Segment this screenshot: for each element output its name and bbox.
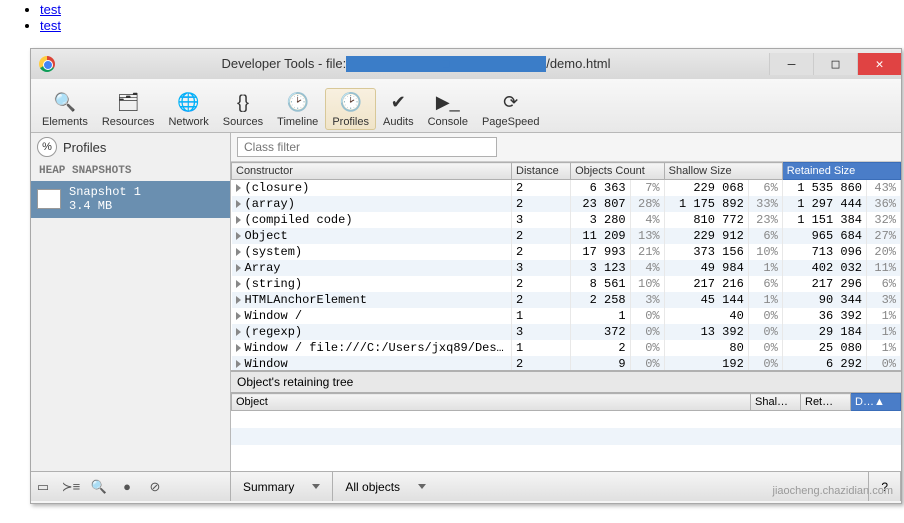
col-retained-size[interactable]: Retained Size — [782, 163, 900, 180]
sidebar-section-heap: HEAP SNAPSHOTS — [31, 161, 230, 181]
table-row[interactable]: (string)28 56110%217 2166%217 2966% — [232, 276, 901, 292]
page-link[interactable]: test — [40, 2, 61, 17]
table-row[interactable]: Window /110%400%36 3921% — [232, 308, 901, 324]
search-icon[interactable]: 🔍 — [91, 479, 107, 495]
tab-timeline[interactable]: 🕑Timeline — [270, 88, 325, 130]
tab-audits[interactable]: ✔Audits — [376, 88, 421, 130]
profiles-sidebar-icon: % — [37, 137, 57, 157]
watermark: jiaocheng.chazidian.com — [773, 485, 893, 497]
chevron-down-icon — [418, 484, 426, 489]
maximize-button[interactable]: □ — [813, 53, 857, 75]
col-shallow-size[interactable]: Shallow Size — [664, 163, 782, 180]
filter-row — [231, 133, 901, 162]
tab-resources[interactable]: 🗂Resources — [95, 88, 162, 130]
console-icon: ▶_ — [436, 90, 460, 114]
tab-profiles[interactable]: 🕑Profiles — [325, 88, 376, 130]
ret-col-object[interactable]: Object — [232, 394, 751, 411]
devtools-window: Developer Tools - file:■/demo.html — □ ✕… — [30, 48, 902, 504]
retainers-body[interactable] — [231, 411, 901, 471]
table-row[interactable]: Object211 20913%229 9126%965 68427% — [232, 228, 901, 244]
chevron-down-icon — [312, 484, 320, 489]
tab-console[interactable]: ▶_Console — [421, 88, 475, 130]
col-constructor[interactable]: Constructor — [232, 163, 512, 180]
col-distance[interactable]: Distance — [512, 163, 571, 180]
snapshot-item[interactable]: Snapshot 13.4 MB — [31, 181, 230, 218]
network-icon: 🌐 — [177, 90, 201, 114]
minimize-button[interactable]: — — [769, 53, 813, 75]
tab-sources[interactable]: {}Sources — [216, 88, 270, 130]
record-icon[interactable]: ● — [119, 479, 135, 495]
bottombar: ▭ ≻≡ 🔍 ● ⊘ Summary All objects ? — [31, 471, 901, 501]
page-link[interactable]: test — [40, 18, 61, 33]
table-row[interactable]: HTMLAnchorElement22 2583%45 1441%90 3443… — [232, 292, 901, 308]
table-row[interactable]: Window / file:///C:/Users/jxq89/Desktop/… — [232, 340, 901, 356]
table-row[interactable]: (regexp)33720%13 3920%29 1841% — [232, 324, 901, 340]
timeline-icon: 🕑 — [286, 90, 310, 114]
table-row[interactable]: (system)217 99321%373 15610%713 09620% — [232, 244, 901, 260]
constructors-grid[interactable]: Constructor Distance Objects Count Shall… — [231, 162, 901, 371]
resources-icon: 🗂 — [116, 90, 140, 114]
col-objects-count[interactable]: Objects Count — [571, 163, 665, 180]
ret-col-retained[interactable]: Ret… — [801, 394, 851, 411]
clear-icon[interactable]: ⊘ — [147, 479, 163, 495]
close-button[interactable]: ✕ — [857, 53, 901, 75]
console-toggle-icon[interactable]: ≻≡ — [63, 479, 79, 495]
ret-col-shallow[interactable]: Shal… — [751, 394, 801, 411]
chrome-icon — [39, 56, 55, 72]
tab-elements[interactable]: 🔍Elements — [35, 88, 95, 130]
retainers-header: Object's retaining tree — [231, 371, 901, 393]
dock-icon[interactable]: ▭ — [35, 479, 51, 495]
elements-icon: 🔍 — [53, 90, 77, 114]
table-row[interactable]: Window290%1920%6 2920% — [232, 356, 901, 371]
class-filter-input[interactable] — [237, 137, 497, 157]
sidebar: % Profiles HEAP SNAPSHOTS Snapshot 13.4 … — [31, 133, 231, 471]
tab-network[interactable]: 🌐Network — [161, 88, 215, 130]
toolbar: 🔍Elements 🗂Resources 🌐Network {}Sources … — [31, 79, 901, 133]
window-title: Developer Tools - file:■/demo.html — [63, 56, 769, 73]
profiles-icon: 🕑 — [339, 90, 363, 114]
pagespeed-icon: ⟳ — [499, 90, 523, 114]
table-row[interactable]: (compiled code)33 2804%810 77223%1 151 3… — [232, 212, 901, 228]
table-row[interactable]: (closure)26 3637%229 0686%1 535 86043% — [232, 180, 901, 197]
snapshot-icon — [37, 189, 61, 209]
ret-col-distance[interactable]: D…▲ — [851, 394, 901, 411]
view-dropdown[interactable]: Summary — [231, 472, 333, 501]
titlebar[interactable]: Developer Tools - file:■/demo.html — □ ✕ — [31, 49, 901, 79]
sidebar-header: % Profiles — [31, 133, 230, 161]
sources-icon: {} — [231, 90, 255, 114]
table-row[interactable]: Array33 1234%49 9841%402 03211% — [232, 260, 901, 276]
table-row[interactable]: (array)223 80728%1 175 89233%1 297 44436… — [232, 196, 901, 212]
audits-icon: ✔ — [386, 90, 410, 114]
tab-pagespeed[interactable]: ⟳PageSpeed — [475, 88, 547, 130]
